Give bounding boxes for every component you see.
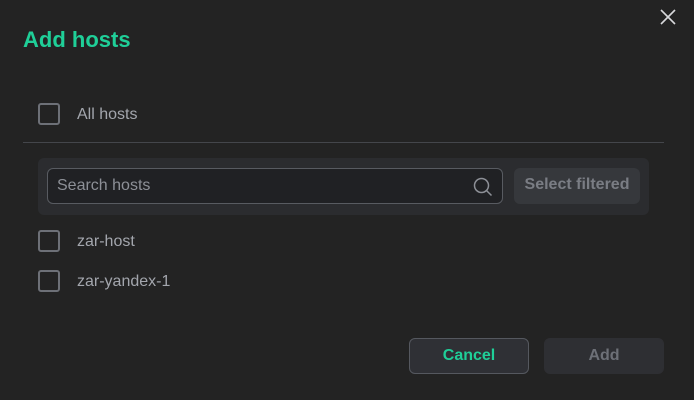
all-hosts-label[interactable]: All hosts	[77, 105, 137, 125]
divider	[23, 142, 664, 143]
host-checkbox-zar-yandex-1[interactable]	[38, 270, 60, 292]
host-label[interactable]: zar-host	[77, 232, 135, 252]
add-button[interactable]: Add	[544, 338, 664, 374]
select-filtered-button[interactable]: Select filtered	[514, 168, 640, 204]
all-hosts-checkbox[interactable]	[38, 103, 60, 125]
search-field[interactable]	[47, 168, 503, 204]
host-checkbox-zar-host[interactable]	[38, 230, 60, 252]
cancel-button[interactable]: Cancel	[409, 338, 529, 374]
search-icon	[473, 177, 493, 197]
close-button[interactable]	[657, 6, 679, 28]
close-icon[interactable]	[657, 6, 679, 28]
host-label[interactable]: zar-yandex-1	[77, 272, 170, 292]
add-hosts-dialog: Add hosts All hosts Select filtered zar-…	[0, 0, 694, 400]
search-input[interactable]	[57, 169, 467, 203]
dialog-title: Add hosts	[23, 27, 131, 52]
